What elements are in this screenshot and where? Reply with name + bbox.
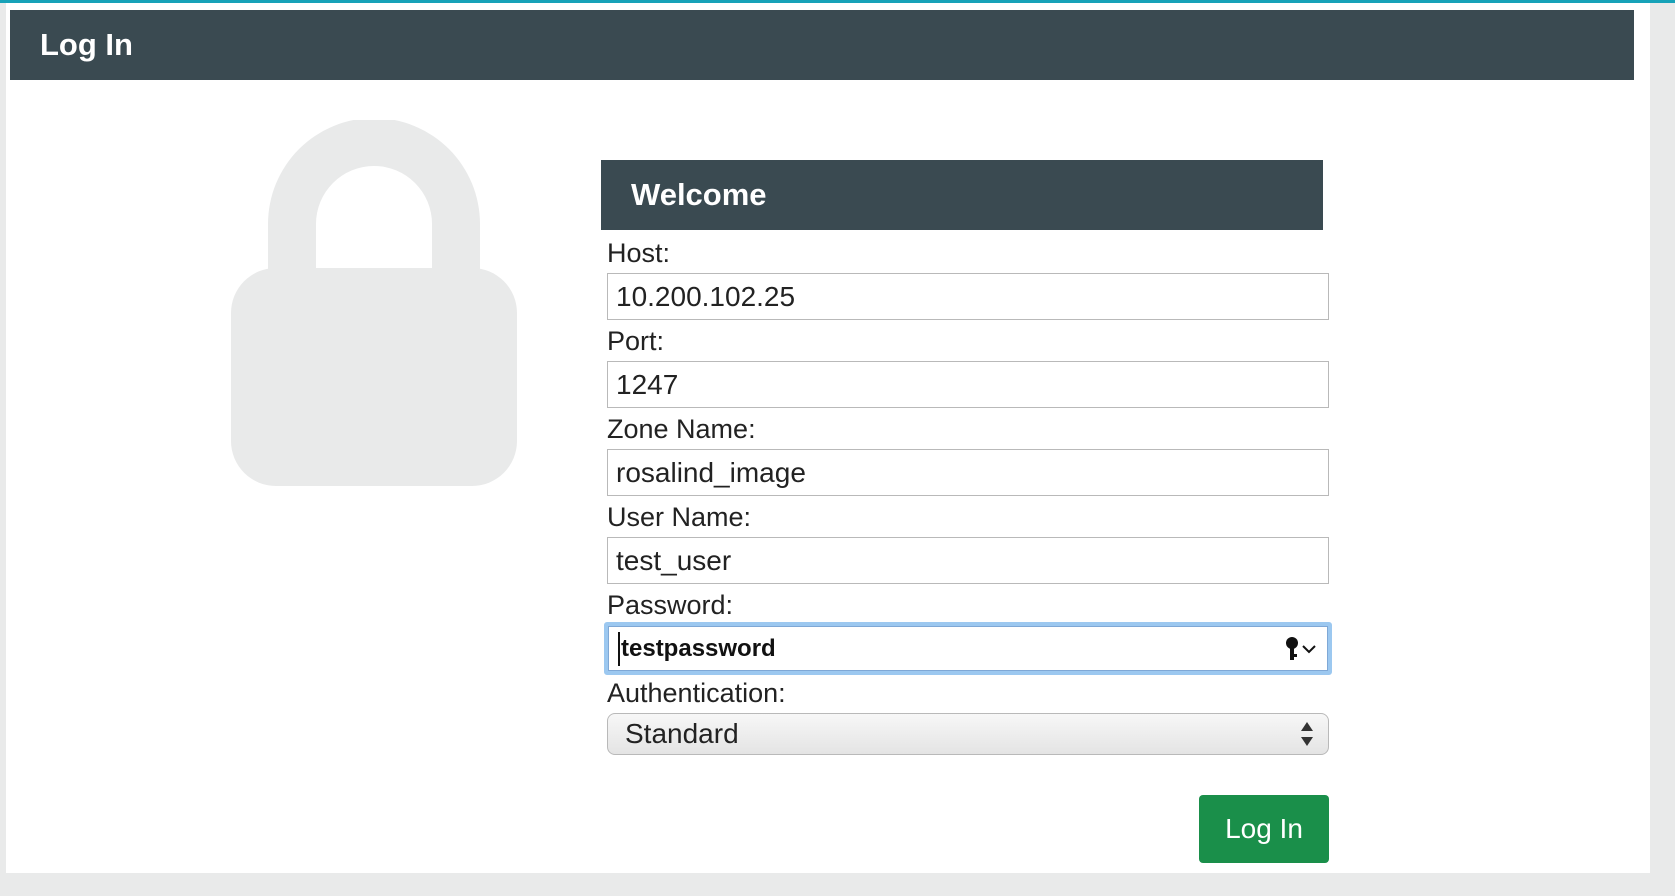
- zone-name-input[interactable]: rosalind_image: [607, 449, 1329, 496]
- authentication-select[interactable]: Standard: [607, 713, 1329, 755]
- user-name-label: User Name:: [607, 502, 752, 532]
- password-input[interactable]: testpassword: [604, 622, 1332, 675]
- page-header: Log In: [10, 10, 1634, 80]
- login-button[interactable]: Log In: [1199, 795, 1329, 863]
- zone-name-value: rosalind_image: [616, 456, 806, 488]
- user-name-value: test_user: [616, 544, 732, 576]
- port-input[interactable]: 1247: [607, 361, 1329, 408]
- user-name-input[interactable]: test_user: [607, 537, 1329, 584]
- port-value: 1247: [616, 368, 679, 400]
- password-focus-ring: [608, 626, 1328, 671]
- host-value: 10.200.102.25: [616, 280, 796, 312]
- welcome-title: Welcome: [631, 177, 767, 212]
- password-label: Password:: [607, 590, 734, 620]
- page-title: Log In: [40, 27, 133, 62]
- host-label: Host:: [607, 238, 671, 268]
- lock-icon: [231, 118, 517, 486]
- zone-name-label: Zone Name:: [607, 414, 756, 444]
- authentication-label: Authentication:: [607, 678, 786, 708]
- host-input[interactable]: 10.200.102.25: [607, 273, 1329, 320]
- login-button-label: Log In: [1225, 813, 1303, 844]
- select-arrows-icon: [1301, 722, 1313, 746]
- port-label: Port:: [607, 326, 665, 356]
- welcome-header: Welcome: [601, 160, 1323, 230]
- authentication-selected: Standard: [625, 718, 739, 749]
